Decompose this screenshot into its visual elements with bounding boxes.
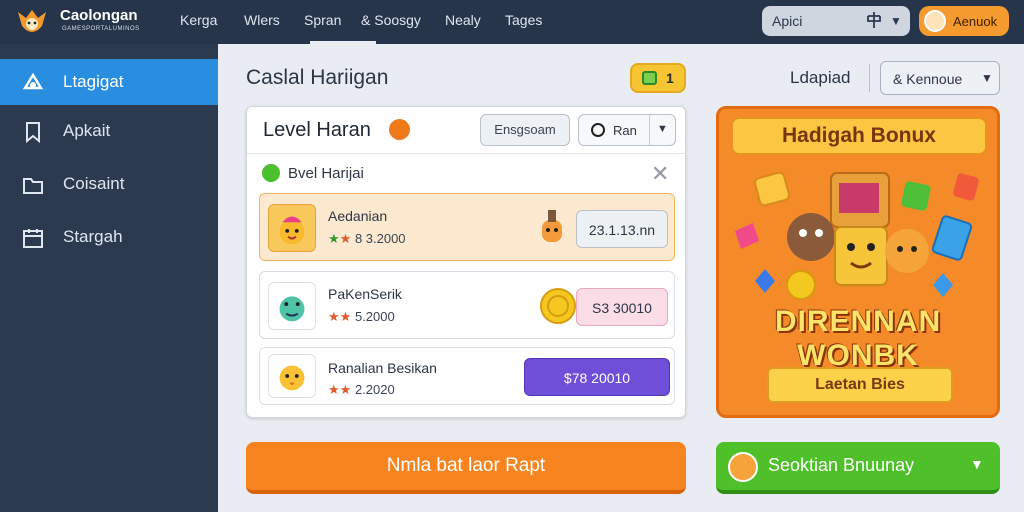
coin-icon (389, 119, 410, 140)
close-icon[interactable]: ✕ (651, 161, 669, 187)
item-value[interactable]: S3 30010 (576, 288, 668, 326)
avatar (924, 10, 946, 32)
item-rating: ★★ 8 3.2000 (328, 231, 406, 246)
nav-item-nealy[interactable]: Nealy (445, 12, 481, 28)
badge-count: 1 (666, 70, 674, 86)
item-value[interactable]: 23.1.13.nn (576, 210, 668, 248)
divider (247, 153, 685, 154)
item-rating: ★★ 5.2000 (328, 309, 395, 324)
list-item[interactable]: Ranalian Besikan ★★ 2.2020 $78 20010 (259, 347, 675, 405)
sidebar-item-label: Stargah (63, 227, 123, 246)
sidebar-item-coisaint[interactable]: Coisaint (0, 161, 218, 207)
item-rating: ★★ 2.2020 (328, 382, 395, 397)
coin-icon (540, 288, 576, 324)
account-label: Aenuok (953, 14, 998, 29)
chevron-down-icon[interactable]: ▼ (657, 123, 668, 135)
chevron-down-icon: ▼ (970, 456, 984, 472)
sidebar-item-label: Coisaint (63, 174, 125, 193)
run-split-button[interactable]: Ran ▼ (578, 114, 676, 146)
fox-logo-icon[interactable] (14, 6, 50, 38)
ensgsoam-button[interactable]: Ensgsoam (480, 114, 570, 146)
divider (649, 115, 650, 145)
chick-avatar-icon (268, 354, 316, 398)
item-name: Ranalian Besikan (328, 360, 437, 376)
check-circle-icon (262, 164, 280, 182)
brand-name[interactable]: Caolongan (60, 7, 138, 24)
nav-item-spran[interactable]: Spran (304, 12, 341, 28)
chevron-down-icon: ▼ (981, 71, 993, 85)
promo-headline: DIRENNAN WONBK (774, 305, 942, 372)
secondary-button-label: Seoktian Bnuunay (768, 455, 915, 475)
promo-button[interactable]: Laetan Bies (767, 367, 953, 403)
filter-label: Bvel Harijai (288, 165, 364, 182)
filter-icon[interactable] (866, 11, 882, 29)
promo-title: Hadigah Bonux (731, 117, 987, 155)
frog-avatar-icon (268, 282, 316, 330)
calendar-icon (23, 229, 43, 248)
account-button[interactable]: Aenuok (919, 6, 1009, 36)
list-item[interactable]: PaKenSerik ★★ 5.2000 S3 30010 (259, 271, 675, 339)
kennoue-label: & Kennoue (893, 71, 963, 87)
sidebar-item-apkait[interactable]: Apkait (0, 108, 218, 154)
ticket-icon (642, 71, 657, 85)
chevron-down-icon[interactable]: ▼ (890, 14, 902, 28)
nav-active-indicator (310, 41, 376, 44)
panel-title: Level Haran (263, 119, 371, 141)
item-name: PaKenSerik (328, 286, 402, 302)
refresh-icon (591, 123, 605, 137)
nav-item-kerga[interactable]: Kerga (180, 12, 217, 28)
promo-card[interactable]: Hadigah Bonux DIRENNAN WONBK Laetan Bies (716, 106, 1000, 418)
game-icon (22, 72, 44, 90)
level-panel: Level Haran Ensgsoam Ran ▼ Bvel Harijai … (246, 106, 686, 418)
secondary-dropdown-button[interactable]: Seoktian Bnuunay ▼ (716, 442, 1000, 494)
sidebar: Ltagigat Apkait Coisaint Stargah (0, 44, 218, 512)
run-label: Ran (613, 123, 637, 138)
item-value[interactable]: $78 20010 (524, 358, 670, 396)
kennoue-dropdown[interactable]: & Kennoue ▼ (880, 61, 1000, 95)
nav-item-wlers[interactable]: Wlers (244, 12, 280, 28)
top-bar: Caolongan GAMESPORTALUMINOS Kerga Wlers … (0, 0, 1024, 44)
sidebar-item-label: Apkait (63, 121, 111, 140)
bear-face-icon (728, 452, 758, 482)
upload-label[interactable]: Ldapiad (790, 68, 851, 88)
sidebar-item-stargah[interactable]: Stargah (0, 214, 218, 260)
brand-tagline: GAMESPORTALUMINOS (62, 26, 140, 32)
nav-item-soosgy[interactable]: & Soosgy (361, 12, 421, 28)
folder-icon (23, 178, 43, 194)
search-label: Apici (772, 13, 803, 29)
nav-item-tages[interactable]: Tages (505, 12, 542, 28)
page-title: Caslal Hariigan (246, 66, 389, 89)
item-name: Aedanian (328, 208, 388, 224)
search-box[interactable]: Apici ▼ (762, 6, 910, 36)
count-badge[interactable]: 1 (630, 63, 686, 93)
primary-cta-button[interactable]: Nmla bat laor Rapt (246, 442, 686, 494)
chick-avatar-icon (268, 204, 316, 252)
list-item[interactable]: Aedanian ★★ 8 3.2000 23.1.13.nn (259, 193, 675, 261)
sidebar-item-label: Ltagigat (63, 72, 124, 91)
bookmark-icon (26, 122, 40, 143)
divider (869, 64, 870, 92)
sidebar-item-ltagigat[interactable]: Ltagigat (0, 59, 218, 105)
rocket-character-icon (542, 210, 562, 242)
